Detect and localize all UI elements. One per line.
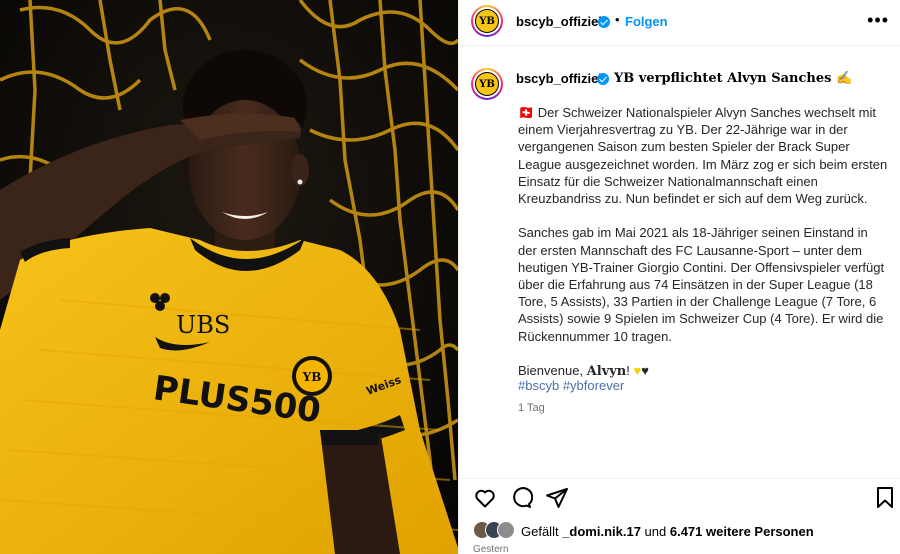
more-options-icon[interactable]: ••• xyxy=(867,11,889,29)
caption-name-bold: Alvyn xyxy=(586,364,627,380)
hashtag-link[interactable]: #ybforever xyxy=(563,378,624,393)
caption-paragraph-2: Sanches gab im Mai 2021 als 18-Jähriger … xyxy=(518,225,885,344)
account-avatar[interactable]: YB xyxy=(471,5,503,37)
club-logo-icon: YB xyxy=(475,72,499,96)
like-heart-icon[interactable] xyxy=(473,486,497,510)
club-logo-icon: YB xyxy=(475,9,499,33)
caption-section: YB bscyb_offiziell YB verpflichtet Alvyn… xyxy=(459,47,900,477)
svg-text:YB: YB xyxy=(302,370,322,384)
caption-paragraph-3-suffix: ! xyxy=(626,363,634,379)
likes-prefix: Gefällt xyxy=(521,524,563,539)
player-photo: UBS YB PLUS500 Weiss xyxy=(0,0,458,554)
caption-username[interactable]: bscyb_offiziell xyxy=(516,71,606,86)
liker-avatar xyxy=(497,521,515,539)
caption-paragraph-1: 🇨🇭 Der Schweizer Nationalspieler Alvyn S… xyxy=(518,105,888,207)
caption-timestamp: 1 Tag xyxy=(518,402,545,414)
share-send-icon[interactable] xyxy=(545,486,569,510)
caption-title: YB verpflichtet Alvyn Sanches ✍️ xyxy=(614,71,853,86)
caption-body: 🇨🇭 Der Schweizer Nationalspieler Alvyn S… xyxy=(518,104,890,380)
likes-summary: Gefällt _domi.nik.17 und 6.471 weitere P… xyxy=(521,524,814,539)
sponsor-top-text: UBS xyxy=(176,311,230,339)
action-bar: Gefällt _domi.nik.17 und 6.471 weitere P… xyxy=(459,478,900,554)
post-timestamp: Gestern xyxy=(473,544,509,554)
post-panel: YB bscyb_offiziell • Folgen ••• YB bscyb… xyxy=(458,0,900,554)
separator-dot: • xyxy=(615,12,620,27)
verified-badge-icon xyxy=(598,16,610,28)
post-header: YB bscyb_offiziell • Folgen ••• xyxy=(459,0,900,46)
post-image[interactable]: UBS YB PLUS500 Weiss xyxy=(0,0,458,554)
hashtag-link[interactable]: #bscyb xyxy=(518,378,559,393)
caption-paragraph-3-prefix: Bienvenue, xyxy=(518,363,587,379)
header-username[interactable]: bscyb_offiziell xyxy=(516,14,606,29)
verified-badge-icon xyxy=(597,73,609,85)
likes-mid: und xyxy=(640,524,670,539)
likes-count[interactable]: 6.471 weitere Personen xyxy=(670,524,814,539)
bookmark-icon[interactable] xyxy=(873,486,897,510)
caption-avatar[interactable]: YB xyxy=(471,68,503,100)
comment-icon[interactable] xyxy=(509,486,533,510)
liker-username[interactable]: _domi.nik.17 xyxy=(562,524,641,539)
hashtags: #bscyb #ybforever xyxy=(518,378,624,393)
black-heart-icon: ♥ xyxy=(641,363,649,379)
follow-button[interactable]: Folgen xyxy=(625,14,668,29)
